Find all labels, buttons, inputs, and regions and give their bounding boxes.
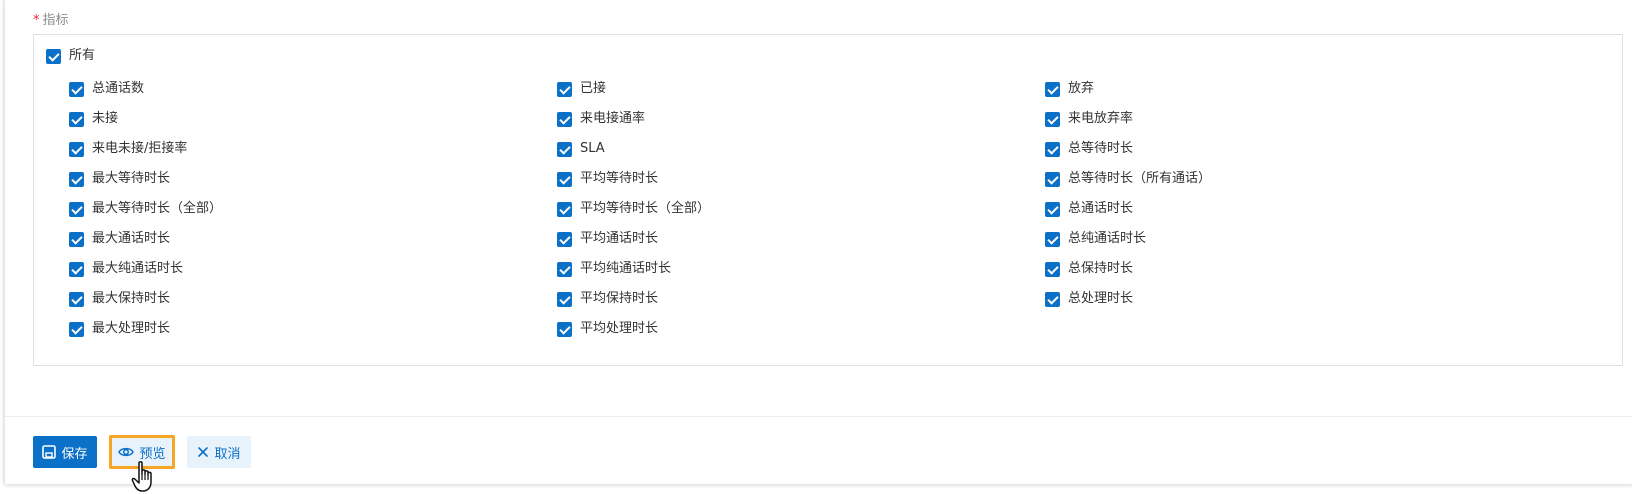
metric-checkbox[interactable]: 平均处理时长 [557, 320, 658, 338]
checkbox-checked-icon[interactable] [1045, 111, 1060, 127]
metric-label: 来电放弃率 [1068, 111, 1134, 126]
metric-checkbox[interactable]: 最大处理时长 [69, 320, 170, 338]
metric-label: 总等待时长（所有通话） [1068, 171, 1212, 186]
metric-label: 平均等待时长（全部） [580, 201, 711, 216]
metric-label: 总处理时长 [1068, 291, 1134, 306]
save-icon [42, 445, 57, 459]
metrics-field-label: * 指标 [33, 13, 69, 29]
metric-checkbox[interactable]: 放弃 [1045, 80, 1094, 98]
metric-checkbox[interactable]: 总通话数 [69, 80, 144, 98]
metric-label: 平均等待时长 [580, 171, 659, 186]
metric-label: 放弃 [1068, 81, 1095, 96]
cancel-button[interactable]: 取消 [187, 436, 251, 468]
checkbox-checked-icon[interactable] [69, 141, 84, 157]
checkbox-checked-icon[interactable] [1045, 81, 1060, 97]
metric-label: 最大等待时长 [92, 171, 171, 186]
metric-checkbox[interactable]: 来电未接/拒接率 [69, 140, 187, 158]
metric-checkbox[interactable]: 总保持时长 [1045, 260, 1133, 278]
metric-label: 来电未接/拒接率 [92, 141, 188, 156]
close-icon [197, 446, 209, 458]
metric-label: 最大等待时长（全部） [92, 201, 223, 216]
checkbox-checked-icon[interactable] [69, 81, 84, 97]
checkbox-checked-icon[interactable] [69, 291, 84, 307]
checkbox-checked-icon[interactable] [557, 291, 572, 307]
checkbox-checked-icon[interactable] [557, 171, 572, 187]
metric-label: 平均纯通话时长 [580, 261, 672, 276]
metric-checkbox[interactable]: 总处理时长 [1045, 290, 1133, 308]
metric-label: 平均处理时长 [580, 321, 659, 336]
metric-label: 最大纯通话时长 [92, 261, 184, 276]
metric-label: 已接 [580, 81, 607, 96]
footer-divider [5, 416, 1632, 417]
metric-checkbox[interactable]: 平均等待时长（全部） [557, 200, 710, 218]
metric-label: SLA [580, 141, 605, 156]
metric-checkbox[interactable]: SLA [557, 140, 605, 158]
metric-checkbox[interactable]: 已接 [557, 80, 606, 98]
metric-label: 最大处理时长 [92, 321, 171, 336]
metric-label: 最大保持时长 [92, 291, 171, 306]
hand-pointer-icon [130, 460, 160, 494]
report-settings-panel: * 指标 所有 总通话数 未接 来电未接/拒接率 最大等待时长 最大等待时长（全部… [5, 0, 1632, 484]
save-button-label: 保存 [61, 446, 88, 462]
metric-label: 总通话时长 [1068, 201, 1134, 216]
metric-label: 总等待时长 [1068, 141, 1134, 156]
cancel-button-label: 取消 [214, 446, 241, 462]
metric-checkbox[interactable]: 总纯通话时长 [1045, 230, 1146, 248]
checkbox-checked-icon[interactable] [1045, 261, 1060, 277]
metric-label: 来电接通率 [580, 111, 646, 126]
page: * 指标 所有 总通话数 未接 来电未接/拒接率 最大等待时长 最大等待时长（全部… [0, 0, 1632, 494]
checkbox-checked-icon[interactable] [69, 321, 84, 337]
metric-checkbox[interactable]: 最大纯通话时长 [69, 260, 183, 278]
metric-label: 总通话数 [92, 81, 145, 96]
metric-label: 最大通话时长 [92, 231, 171, 246]
metric-checkbox[interactable]: 总等待时长（所有通话） [1045, 170, 1211, 188]
metrics-checkbox-group: 所有 总通话数 未接 来电未接/拒接率 最大等待时长 最大等待时长（全部） 最大… [33, 34, 1623, 366]
metric-checkbox[interactable]: 最大保持时长 [69, 290, 170, 308]
metric-checkbox[interactable]: 平均通话时长 [557, 230, 658, 248]
metric-checkbox[interactable]: 未接 [69, 110, 118, 128]
metric-label: 未接 [92, 111, 119, 126]
metric-checkbox[interactable]: 总等待时长 [1045, 140, 1133, 158]
eye-icon [118, 445, 135, 459]
checkbox-checked-icon[interactable] [557, 231, 572, 247]
checkbox-checked-icon[interactable] [1045, 201, 1060, 217]
metric-checkbox[interactable]: 最大等待时长（全部） [69, 200, 222, 218]
checkbox-checked-icon[interactable] [557, 321, 572, 337]
checkbox-checked-icon[interactable] [557, 81, 572, 97]
metric-checkbox[interactable]: 平均纯通话时长 [557, 260, 671, 278]
metric-checkbox[interactable]: 最大等待时长 [69, 170, 170, 188]
checkbox-all-label: 所有 [69, 48, 96, 63]
checkbox-checked-icon[interactable] [1045, 171, 1060, 187]
checkbox-checked-icon[interactable] [557, 111, 572, 127]
checkbox-checked-icon[interactable] [69, 111, 84, 127]
metric-checkbox[interactable]: 最大通话时长 [69, 230, 170, 248]
checkbox-checked-icon[interactable] [1045, 141, 1060, 157]
required-mark: * [33, 13, 40, 28]
metric-label: 总保持时长 [1068, 261, 1134, 276]
metric-label: 平均通话时长 [580, 231, 659, 246]
checkbox-checked-icon[interactable] [557, 141, 572, 157]
metric-label: 平均保持时长 [580, 291, 659, 306]
checkbox-checked-icon[interactable] [557, 261, 572, 277]
metric-checkbox[interactable]: 平均等待时长 [557, 170, 658, 188]
checkbox-checked-icon[interactable] [46, 48, 61, 64]
metric-label: 总纯通话时长 [1068, 231, 1147, 246]
checkbox-checked-icon[interactable] [69, 261, 84, 277]
checkbox-all[interactable]: 所有 [46, 47, 95, 65]
preview-button-label: 预览 [139, 446, 166, 462]
save-button[interactable]: 保存 [33, 436, 97, 468]
metric-checkbox[interactable]: 来电放弃率 [1045, 110, 1133, 128]
metric-checkbox[interactable]: 平均保持时长 [557, 290, 658, 308]
checkbox-checked-icon[interactable] [69, 201, 84, 217]
checkbox-checked-icon[interactable] [1045, 231, 1060, 247]
metric-checkbox[interactable]: 来电接通率 [557, 110, 645, 128]
checkbox-checked-icon[interactable] [69, 231, 84, 247]
metric-checkbox[interactable]: 总通话时长 [1045, 200, 1133, 218]
checkbox-checked-icon[interactable] [1045, 291, 1060, 307]
metrics-label-text: 指标 [42, 13, 69, 28]
checkbox-checked-icon[interactable] [69, 171, 84, 187]
checkbox-checked-icon[interactable] [557, 201, 572, 217]
